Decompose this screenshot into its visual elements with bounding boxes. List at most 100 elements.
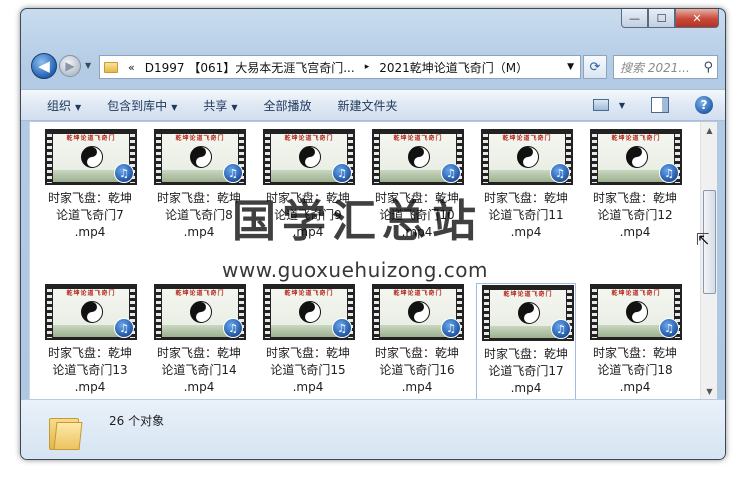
- file-item[interactable]: 乾坤论道飞奇门 ♫ 时家飞盘：乾坤 论道飞奇门16 .mp4: [367, 283, 467, 399]
- file-name-line2: 论道飞奇门17: [488, 364, 564, 378]
- thumbnail-title: 乾坤论道飞奇门: [66, 290, 116, 297]
- play-all-button[interactable]: 全部播放: [264, 97, 312, 114]
- file-name-line2: 论道飞奇门15: [270, 363, 346, 377]
- help-icon[interactable]: ?: [695, 96, 713, 114]
- file-name: 时家飞盘：乾坤 论道飞奇门18 .mp4: [585, 345, 685, 396]
- file-name-line1: 时家飞盘：乾坤: [592, 191, 677, 205]
- file-name-line2: 论道飞奇门16: [379, 363, 455, 377]
- file-item[interactable]: 乾坤论道飞奇门 ♫ 时家飞盘：乾坤 论道飞奇门13 .mp4: [40, 283, 140, 399]
- search-icon[interactable]: ⚲: [703, 60, 713, 75]
- new-folder-button[interactable]: 新建文件夹: [338, 97, 398, 114]
- overflow-chevron[interactable]: «: [128, 61, 135, 74]
- thumbnail-title: 乾坤论道飞奇门: [503, 291, 553, 298]
- yin-yang-icon: [190, 146, 212, 168]
- chevron-down-icon[interactable]: ▼: [567, 62, 574, 72]
- media-player-icon: ♫: [441, 163, 461, 183]
- file-name: 时家飞盘：乾坤 论道飞奇门13 .mp4: [40, 345, 140, 396]
- file-item[interactable]: 乾坤论道飞奇门 ♫ 时家飞盘：乾坤 论道飞奇门7 .mp4: [40, 128, 140, 273]
- toolbar-right: ▼ ?: [592, 96, 713, 114]
- media-player-icon: ♫: [550, 163, 570, 183]
- file-name: 时家飞盘：乾坤 论道飞奇门12 .mp4: [585, 190, 685, 241]
- file-name: 时家飞盘：乾坤 论道飞奇门14 .mp4: [149, 345, 249, 396]
- item-count: 26 个对象: [109, 414, 165, 428]
- thumbnail-title: 乾坤论道飞奇门: [175, 290, 225, 297]
- details-pane: 26 个对象: [21, 399, 725, 459]
- yin-yang-icon: [190, 301, 212, 323]
- include-in-library-menu[interactable]: 包含到库中 ▼: [107, 97, 177, 114]
- file-name-line1: 时家飞盘：乾坤: [156, 346, 241, 360]
- thumbnail-title: 乾坤论道飞奇门: [175, 135, 225, 142]
- caption-buttons: — ☐ ✕: [621, 9, 719, 28]
- file-extension: .mp4: [619, 380, 651, 394]
- media-player-icon: ♫: [332, 163, 352, 183]
- chevron-down-icon: ▼: [75, 102, 82, 112]
- file-name-line2: 论道飞奇门7: [56, 208, 124, 222]
- thumbnail-title: 乾坤论道飞奇门: [393, 135, 443, 142]
- video-thumbnail: 乾坤论道飞奇门 ♫: [154, 129, 246, 185]
- file-name-line2: 论道飞奇门13: [52, 363, 128, 377]
- organize-menu[interactable]: 组织 ▼: [47, 97, 81, 114]
- yin-yang-icon: [518, 302, 540, 324]
- scroll-down-arrow[interactable]: ▼: [701, 383, 717, 399]
- media-player-icon: ♫: [114, 163, 134, 183]
- arrow-left-icon: ◀: [38, 57, 50, 75]
- breadcrumb-parent[interactable]: D1997 【061】大易本无涯飞宫奇门...: [145, 59, 355, 76]
- file-name-line1: 时家飞盘：乾坤: [483, 347, 568, 361]
- breadcrumb-separator[interactable]: ▸: [365, 62, 370, 72]
- include-library-label: 包含到库中: [107, 98, 168, 113]
- search-input[interactable]: 搜索 2021... ⚲: [613, 55, 718, 79]
- file-extension: .mp4: [183, 380, 215, 394]
- refresh-button[interactable]: ⟳: [583, 55, 607, 79]
- address-box[interactable]: « D1997 【061】大易本无涯飞宫奇门... ▸ 2021乾坤论道飞奇门（…: [99, 55, 581, 79]
- address-bar-row: ◀ ▶ ▼ « D1997 【061】大易本无涯飞宫奇门... ▸ 2021乾坤…: [21, 51, 725, 83]
- video-thumbnail: 乾坤论道飞奇门 ♫: [590, 284, 682, 340]
- thumbnail-title: 乾坤论道飞奇门: [284, 135, 334, 142]
- close-button[interactable]: ✕: [675, 9, 719, 28]
- file-item[interactable]: 乾坤论道飞奇门 ♫ 时家飞盘：乾坤 论道飞奇门11 .mp4: [476, 128, 576, 273]
- file-name-line2: 论道飞奇门12: [597, 208, 673, 222]
- video-thumbnail: 乾坤论道飞奇门 ♫: [263, 284, 355, 340]
- minimize-button[interactable]: —: [621, 9, 648, 28]
- view-icon[interactable]: [592, 99, 609, 111]
- file-item[interactable]: 乾坤论道飞奇门 ♫ 时家飞盘：乾坤 论道飞奇门18 .mp4: [585, 283, 685, 399]
- refresh-icon: ⟳: [589, 59, 601, 75]
- yin-yang-icon: [81, 301, 103, 323]
- command-toolbar: 组织 ▼ 包含到库中 ▼ 共享 ▼ 全部播放 新建文件夹 ▼ ?: [21, 89, 725, 121]
- watermark-text: 国学汇总站: [232, 196, 482, 247]
- file-item[interactable]: 乾坤论道飞奇门 ♫ 时家飞盘：乾坤 论道飞奇门15 .mp4: [258, 283, 358, 399]
- file-item[interactable]: 乾坤论道飞奇门 ♫ 时家飞盘：乾坤 论道飞奇门14 .mp4: [149, 283, 249, 399]
- recent-pages-dropdown[interactable]: ▼: [85, 61, 91, 70]
- file-item[interactable]: 乾坤论道飞奇门 ♫ 时家飞盘：乾坤 论道飞奇门17 .mp4: [476, 283, 576, 399]
- breadcrumb-current[interactable]: 2021乾坤论道飞奇门（M）: [379, 59, 528, 76]
- watermark-url: www.guoxuehuizong.com: [222, 258, 488, 282]
- yin-yang-icon: [408, 301, 430, 323]
- file-extension: .mp4: [292, 380, 324, 394]
- media-player-icon: ♫: [223, 318, 243, 338]
- yin-yang-icon: [299, 146, 321, 168]
- media-player-icon: ♫: [551, 319, 571, 339]
- vertical-scrollbar[interactable]: ▲ ▼: [700, 122, 717, 399]
- media-player-icon: ♫: [659, 163, 679, 183]
- scroll-up-arrow[interactable]: ▲: [701, 122, 717, 138]
- share-menu[interactable]: 共享 ▼: [203, 97, 237, 114]
- video-thumbnail: 乾坤论道飞奇门 ♫: [481, 129, 573, 185]
- media-player-icon: ♫: [332, 318, 352, 338]
- file-extension: .mp4: [619, 225, 651, 239]
- media-player-icon: ♫: [441, 318, 461, 338]
- preview-pane-icon[interactable]: [651, 97, 669, 113]
- file-name-line2: 论道飞奇门14: [161, 363, 237, 377]
- file-name-line1: 时家飞盘：乾坤: [483, 191, 568, 205]
- file-name-line2: 论道飞奇门18: [597, 363, 673, 377]
- maximize-button[interactable]: ☐: [648, 9, 675, 28]
- thumbnail-title: 乾坤论道飞奇门: [284, 290, 334, 297]
- chevron-down-icon[interactable]: ▼: [619, 101, 625, 110]
- yin-yang-icon: [517, 146, 539, 168]
- file-extension: .mp4: [74, 225, 106, 239]
- file-extension: .mp4: [74, 380, 106, 394]
- search-placeholder: 搜索 2021...: [620, 60, 690, 75]
- back-button[interactable]: ◀: [31, 53, 57, 79]
- forward-button[interactable]: ▶: [59, 55, 81, 77]
- file-item[interactable]: 乾坤论道飞奇门 ♫ 时家飞盘：乾坤 论道飞奇门12 .mp4: [585, 128, 685, 273]
- chevron-down-icon: ▼: [171, 102, 178, 112]
- video-thumbnail: 乾坤论道飞奇门 ♫: [154, 284, 246, 340]
